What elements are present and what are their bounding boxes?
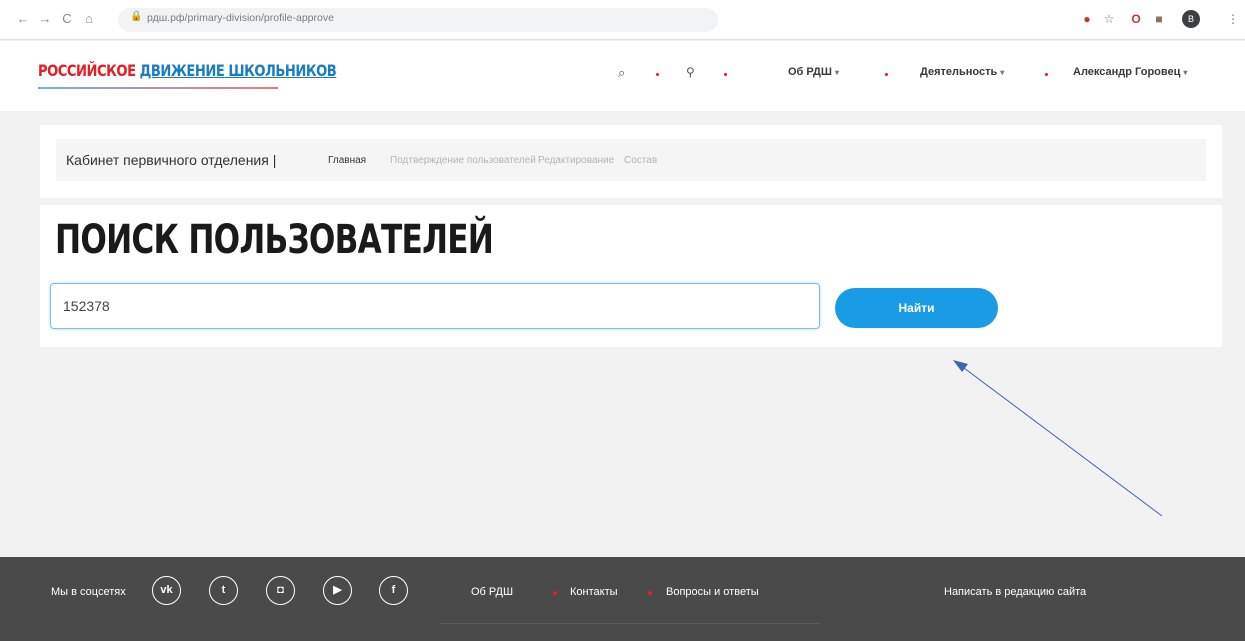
footer-write-editorial[interactable]: Написать в редакцию сайта [944, 586, 1086, 598]
cabinet-link-approve-users[interactable]: Подтверждение пользователей [390, 155, 536, 166]
vk-icon[interactable]: vk [152, 576, 181, 605]
site-header: РОССИЙСКОЕ ДВИЖЕНИЕ ШКОЛЬНИКОВ ⌕ ⚲ Об РД… [0, 41, 1245, 111]
footer-divider [440, 623, 820, 624]
bookmark-star-icon[interactable]: ☆ [1100, 10, 1118, 28]
nav-dot [885, 73, 888, 76]
user-search-panel: ПОИСК ПОЛЬЗОВАТЕЛЕЙ Найти [40, 205, 1222, 347]
browser-toolbar: ← → C ⌂ 🔒 рдш.рф/primary-division/profil… [0, 0, 1245, 40]
nav-dot [1045, 73, 1048, 76]
browser-menu-icon[interactable]: ⋮ [1224, 10, 1242, 28]
page-title: ПОИСК ПОЛЬЗОВАТЕЛЕЙ [55, 217, 494, 263]
home-icon[interactable]: ⌂ [80, 10, 98, 28]
footer-dot [553, 591, 557, 595]
nav-about[interactable]: Об РДШ ▾ [788, 66, 839, 78]
nav-dot [724, 73, 727, 76]
twitter-icon[interactable]: t [209, 576, 238, 605]
reload-icon[interactable]: C [58, 10, 76, 28]
cabinet-nav: Кабинет первичного отделения | Главная П… [56, 139, 1206, 181]
cabinet-panel: Кабинет первичного отделения | Главная П… [40, 125, 1222, 198]
cabinet-link-members[interactable]: Состав [624, 155, 657, 166]
site-footer: Мы в соцсетях vk t ◘ ▶ f Об РДШ Контакты… [0, 557, 1245, 641]
extension-square-icon[interactable]: ■ [1150, 10, 1168, 28]
footer-dot [648, 591, 652, 595]
url-text[interactable]: рдш.рф/primary-division/profile-approve [147, 12, 334, 24]
footer-link-faq[interactable]: Вопросы и ответы [666, 586, 759, 598]
nav-user-menu[interactable]: Александр Горовец ▾ [1073, 66, 1187, 78]
cabinet-title: Кабинет первичного отделения | [66, 152, 277, 168]
site-logo[interactable]: РОССИЙСКОЕ ДВИЖЕНИЕ ШКОЛЬНИКОВ [38, 61, 337, 80]
search-button[interactable]: Найти [835, 288, 998, 328]
search-input[interactable] [50, 283, 820, 329]
nav-dot [656, 73, 659, 76]
search-icon[interactable]: ⌕ [618, 65, 625, 81]
instagram-icon[interactable]: ◘ [266, 576, 295, 605]
profile-avatar[interactable]: В [1182, 10, 1200, 28]
back-icon[interactable]: ← [14, 10, 32, 28]
opera-extension-icon[interactable]: O [1127, 10, 1145, 28]
social-label: Мы в соцсетях [51, 586, 126, 598]
extension-icon[interactable]: ● [1078, 10, 1096, 28]
facebook-icon[interactable]: f [379, 576, 408, 605]
youtube-icon[interactable]: ▶ [323, 576, 352, 605]
lock-icon: 🔒 [130, 11, 143, 22]
forward-icon[interactable]: → [36, 10, 54, 28]
cabinet-link-edit[interactable]: Редактирование [538, 155, 614, 166]
broadcast-icon[interactable]: ⚲ [686, 65, 695, 79]
footer-link-about[interactable]: Об РДШ [471, 586, 513, 598]
nav-activity[interactable]: Деятельность ▾ [920, 66, 1004, 78]
logo-underline [38, 87, 278, 89]
footer-link-contacts[interactable]: Контакты [570, 586, 618, 598]
cabinet-link-main[interactable]: Главная [328, 155, 366, 166]
